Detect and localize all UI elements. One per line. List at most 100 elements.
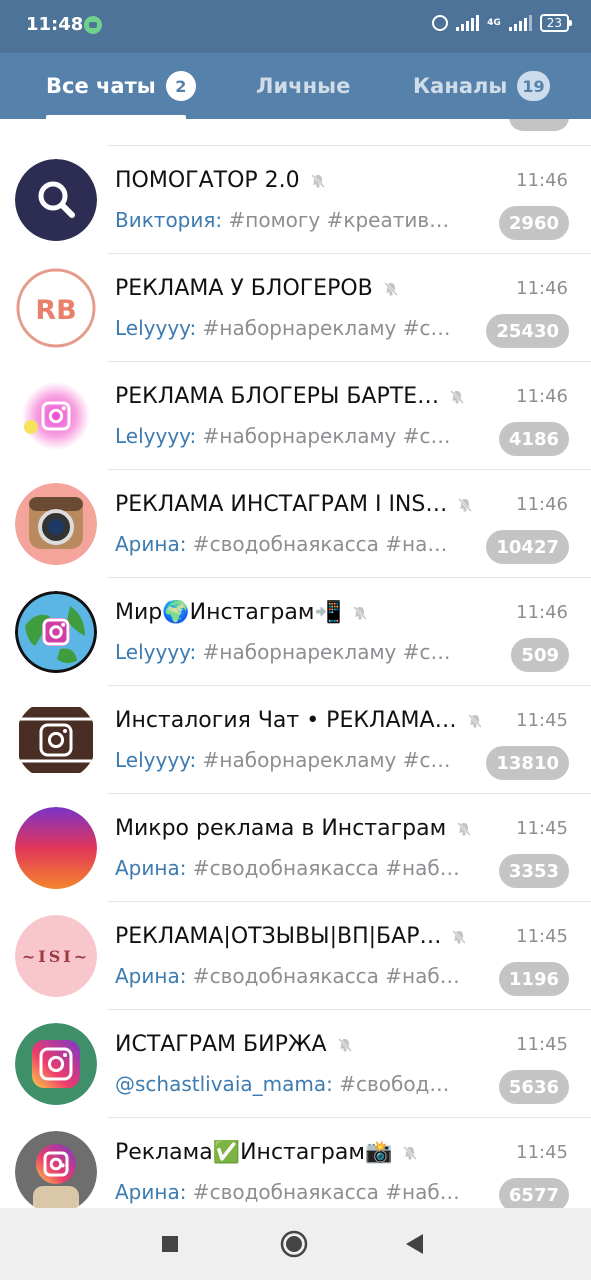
home-button[interactable]: [258, 1208, 330, 1280]
tab-channels[interactable]: Каналы 19: [413, 53, 550, 119]
muted-bell-icon: [352, 605, 367, 620]
chat-avatar: [15, 1131, 97, 1208]
chat-preview: Арина: #сводобнаякасса #наб…: [115, 1180, 460, 1204]
signal-icon-2: [508, 15, 532, 31]
status-bar: 11:48 4G 23: [0, 0, 591, 53]
muted-bell-icon: [450, 389, 464, 404]
chat-row[interactable]: Мир🌍Инстаграм📲 11:46 Lelyyyy: #наборнаре…: [0, 578, 591, 686]
chat-title-line: ИСТАГРАМ БИРЖА: [115, 1032, 505, 1057]
chat-avatar: RB: [15, 267, 97, 349]
chat-preview: Lelyyyy: #наборнарекламу #с…: [115, 748, 460, 772]
chat-preview: Lelyyyy: #наборнарекламу #с…: [115, 316, 460, 340]
recent-apps-button[interactable]: [134, 1208, 206, 1280]
chat-sender: Арина:: [115, 964, 187, 988]
chat-preview: Lelyyyy: #наборнарекламу #св…: [115, 640, 460, 664]
chat-row[interactable]: РЕКЛАМА БЛОГЕРЫ БАРТЕ… 11:46 Lelyyyy: #н…: [0, 362, 591, 470]
chat-preview: @schastlivaia_mama: #свобод…: [115, 1072, 460, 1096]
unread-badge: 5636: [498, 1070, 569, 1104]
back-button[interactable]: [378, 1208, 450, 1280]
chat-title: РЕКЛАМА|ОТЗЫВЫ|ВП|БАР…: [115, 924, 442, 949]
signal-icon: [456, 15, 480, 31]
network-type: 4G: [487, 17, 501, 28]
unread-badge: 6577: [498, 1178, 569, 1208]
chat-message: #сводобнаякасса #на…: [186, 532, 448, 556]
chat-message: #наборнарекламу #с…: [196, 748, 451, 772]
chat-message: #сводобнаякасса #наб…: [186, 1180, 460, 1204]
chat-row[interactable]: Реклама✅Инстаграм📸 11:45 Арина: #сводобн…: [0, 1118, 591, 1208]
chat-title-line: ПОМОГАТОР 2.0: [115, 168, 505, 193]
alarm-icon: [432, 15, 449, 31]
muted-bell-icon: [458, 497, 473, 512]
tab-label: Все чаты: [46, 74, 156, 98]
clipped-chat-row: [107, 119, 591, 146]
chat-sender: Lelyyyy:: [115, 424, 197, 448]
unread-badge: 13810: [486, 746, 569, 780]
chat-title-line: РЕКЛАМА|ОТЗЫВЫ|ВП|БАР…: [115, 924, 505, 949]
muted-bell-icon: [310, 173, 325, 188]
chat-time: 11:45: [516, 710, 568, 731]
tab-personal[interactable]: Личные: [256, 53, 350, 119]
chat-sender: Lelyyyy:: [115, 316, 197, 340]
tab-all-chats[interactable]: Все чаты 2: [46, 53, 196, 119]
tab-badge: 19: [517, 71, 550, 101]
tab-badge: 2: [165, 71, 196, 101]
chat-message: #наборнарекламу #св…: [196, 640, 460, 664]
status-icons: 4G 23: [432, 14, 573, 32]
chat-message: #наборнарекламу #св…: [196, 424, 460, 448]
chat-title: Инсталогия Чат • РЕКЛАМА…: [115, 708, 457, 733]
chat-list[interactable]: ПОМОГАТОР 2.0 11:46 Виктория: #помогу #к…: [0, 119, 591, 1208]
chat-title: РЕКЛАМА ИНСТАГРАМ I INS…: [115, 492, 448, 517]
chat-message: #помогу #креатив…: [222, 208, 450, 232]
muted-bell-icon: [337, 1037, 352, 1052]
status-time: 11:48: [26, 14, 84, 35]
chat-avatar: [15, 159, 97, 241]
chat-title: РЕКЛАМА У БЛОГЕРОВ: [115, 276, 373, 301]
chat-title-line: Микро реклама в Инстаграм: [115, 816, 505, 841]
chat-preview: Виктория: #помогу #креатив…: [115, 208, 460, 232]
chat-time: 11:45: [516, 1034, 568, 1055]
battery-icon: 23: [539, 14, 573, 32]
chat-row[interactable]: RB РЕКЛАМА У БЛОГЕРОВ 11:46 Lelyyyy: #на…: [0, 254, 591, 362]
chat-title-line: Реклама✅Инстаграм📸: [115, 1140, 505, 1165]
chat-row[interactable]: ~ISI~ РЕКЛАМА|ОТЗЫВЫ|ВП|БАР… 11:45 Арина…: [0, 902, 591, 1010]
svg-text:~ISI~: ~ISI~: [22, 947, 90, 966]
chat-title-line: Мир🌍Инстаграм📲: [115, 600, 505, 625]
unread-badge: 1196: [498, 962, 569, 996]
chat-time: 11:45: [516, 1142, 568, 1163]
chat-row[interactable]: ИСТАГРАМ БИРЖА 11:45 @schastlivaia_mama:…: [0, 1010, 591, 1118]
chat-time: 11:46: [516, 170, 568, 191]
chat-row[interactable]: Микро реклама в Инстаграм 11:45 Арина: #…: [0, 794, 591, 902]
chat-title: ПОМОГАТОР 2.0: [115, 168, 300, 193]
chat-title: ИСТАГРАМ БИРЖА: [115, 1032, 327, 1057]
chat-title-line: РЕКЛАМА У БЛОГЕРОВ: [115, 276, 505, 301]
muted-bell-icon: [467, 713, 482, 728]
chat-avatar: [15, 807, 97, 889]
chat-time: 11:45: [516, 818, 568, 839]
chat-row[interactable]: Инсталогия Чат • РЕКЛАМА… 11:45 Lelyyyy:…: [0, 686, 591, 794]
recent-apps-icon: [162, 1236, 178, 1252]
tab-label: Личные: [256, 74, 351, 98]
chat-row[interactable]: РЕКЛАМА ИНСТАГРАМ I INS… 11:46 Арина: #с…: [0, 470, 591, 578]
unread-badge: 2960: [498, 206, 569, 240]
chat-preview: Арина: #сводобнаякасса #наб…: [115, 964, 460, 988]
back-icon: [406, 1234, 423, 1254]
chat-sender: Арина:: [115, 856, 187, 880]
chat-title-line: РЕКЛАМА ИНСТАГРАМ I INS…: [115, 492, 505, 517]
chat-message: #сводобнаякасса #наб…: [186, 856, 460, 880]
chat-preview: Арина: #сводобнаякасса #наб…: [115, 856, 460, 880]
chat-message: #свобод…: [332, 1072, 450, 1096]
chat-title: Микро реклама в Инстаграм: [115, 816, 447, 841]
muted-bell-icon: [452, 929, 467, 944]
chat-avatar: [15, 699, 97, 781]
unread-badge: 4186: [498, 422, 569, 456]
chat-preview: Lelyyyy: #наборнарекламу #св…: [115, 424, 460, 448]
unread-badge: 3353: [498, 854, 569, 888]
chat-row[interactable]: ПОМОГАТОР 2.0 11:46 Виктория: #помогу #к…: [0, 146, 591, 254]
tab-label: Каналы: [413, 74, 508, 98]
chat-avatar: [15, 375, 97, 457]
chat-time: 11:46: [516, 386, 568, 407]
home-icon: [280, 1230, 308, 1258]
unread-badge: [509, 119, 569, 131]
unread-badge: 25430: [486, 314, 569, 348]
chat-avatar: ~ISI~: [15, 915, 97, 997]
